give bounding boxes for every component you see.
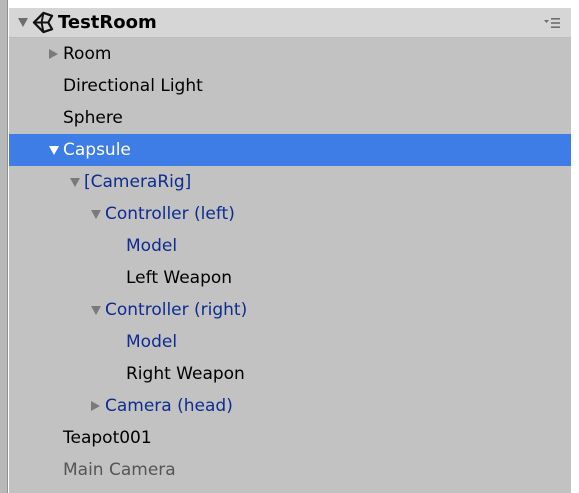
tree-item-label: Directional Light [63, 76, 203, 96]
tree-item-label: Room [63, 44, 112, 64]
tree-item-label: Teapot001 [63, 428, 152, 448]
tree-item-label: [CameraRig] [84, 172, 192, 192]
tree-item-sphere[interactable]: Sphere [9, 102, 571, 134]
tree-item-directional-light[interactable]: Directional Light [9, 70, 571, 102]
context-menu-icon[interactable] [543, 17, 561, 29]
tree-item-model-left[interactable]: Model [9, 230, 571, 262]
tree-item-label: Sphere [63, 108, 123, 128]
expanded-arrow-icon[interactable] [49, 146, 59, 155]
tree-item-right-weapon[interactable]: Right Weapon [9, 358, 571, 390]
hierarchy-panel: TestRoom Room Directional Light Sphere C [9, 8, 571, 493]
unity-logo-icon [32, 11, 54, 34]
tree-item-main-camera[interactable]: Main Camera [9, 454, 571, 486]
tree-item-label: Left Weapon [126, 268, 233, 288]
tree-item-controller-left[interactable]: Controller (left) [9, 198, 571, 230]
tree-item-camerarig[interactable]: [CameraRig] [9, 166, 571, 198]
collapsed-arrow-icon[interactable] [49, 49, 58, 59]
tree-item-label: Camera (head) [105, 396, 233, 416]
tree-item-model-right[interactable]: Model [9, 326, 571, 358]
tree-item-label: Model [126, 332, 178, 352]
tree-item-teapot001[interactable]: Teapot001 [9, 422, 571, 454]
hierarchy-tree: Room Directional Light Sphere Capsule [C… [9, 38, 571, 486]
tree-item-controller-right[interactable]: Controller (right) [9, 294, 571, 326]
tree-item-label: Model [126, 236, 178, 256]
hierarchy-window: TestRoom Room Directional Light Sphere C [0, 0, 579, 493]
window-left-edge [0, 0, 8, 493]
tree-item-label: Main Camera [63, 460, 176, 480]
expanded-arrow-icon[interactable] [70, 178, 80, 187]
scene-title: TestRoom [58, 12, 157, 33]
expanded-arrow-icon[interactable] [91, 210, 101, 219]
tree-item-label: Controller (left) [105, 204, 235, 224]
scene-header[interactable]: TestRoom [9, 8, 571, 38]
tree-item-label: Capsule [63, 140, 131, 160]
scene-expand-arrow-icon[interactable] [18, 18, 28, 27]
tree-item-room[interactable]: Room [9, 38, 571, 70]
tree-item-capsule[interactable]: Capsule [9, 134, 571, 166]
expanded-arrow-icon[interactable] [91, 306, 101, 315]
tree-item-left-weapon[interactable]: Left Weapon [9, 262, 571, 294]
collapsed-arrow-icon[interactable] [91, 401, 100, 411]
tree-item-label: Controller (right) [105, 300, 248, 320]
tree-item-label: Right Weapon [126, 364, 245, 384]
tree-item-camera-head[interactable]: Camera (head) [9, 390, 571, 422]
